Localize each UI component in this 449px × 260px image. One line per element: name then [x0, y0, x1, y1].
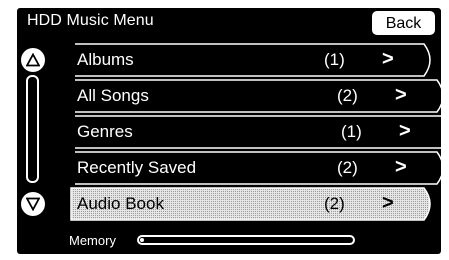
chevron-right-icon: > [395, 156, 407, 178]
memory-label: Memory [69, 233, 116, 248]
menu-item-label: All Songs [77, 86, 149, 105]
back-button[interactable]: Back [372, 11, 435, 35]
menu-item-label: Recently Saved [77, 158, 197, 177]
menu-item-albums[interactable]: Albums (1) > [69, 43, 436, 77]
memory-usage-fill [140, 238, 144, 242]
menu-item-all-songs[interactable]: All Songs (2) > [69, 79, 441, 113]
scrollbar-thumb[interactable] [29, 80, 36, 178]
chevron-right-icon: > [382, 48, 394, 70]
menu-item-recently-saved[interactable]: Recently Saved (2) > [69, 151, 441, 185]
triangle-up-icon [26, 53, 40, 67]
chevron-right-icon: > [382, 192, 394, 214]
chevron-right-icon: > [395, 84, 407, 106]
hdd-music-menu-screen: HDD Music Menu Back Albums (1) > All Son… [17, 8, 441, 254]
chevron-right-icon: > [399, 120, 411, 142]
menu-item-count: (1) [324, 50, 345, 69]
menu-item-count: (1) [341, 122, 362, 141]
menu-item-audio-book[interactable]: Audio Book (2) > [69, 187, 436, 221]
menu-item-count: (2) [337, 86, 358, 105]
scroll-up-button[interactable] [21, 48, 45, 72]
menu-item-count: (2) [337, 158, 358, 177]
menu-item-genres[interactable]: Genres (1) > [69, 115, 441, 149]
triangle-down-icon [26, 197, 40, 211]
memory-usage-bar [137, 235, 355, 245]
menu-item-count: (2) [324, 194, 345, 213]
page-title: HDD Music Menu [27, 12, 154, 29]
menu-item-label: Genres [77, 122, 133, 141]
scroll-down-button[interactable] [21, 192, 45, 216]
menu-item-label: Albums [77, 50, 134, 69]
menu-item-label: Audio Book [77, 194, 164, 213]
